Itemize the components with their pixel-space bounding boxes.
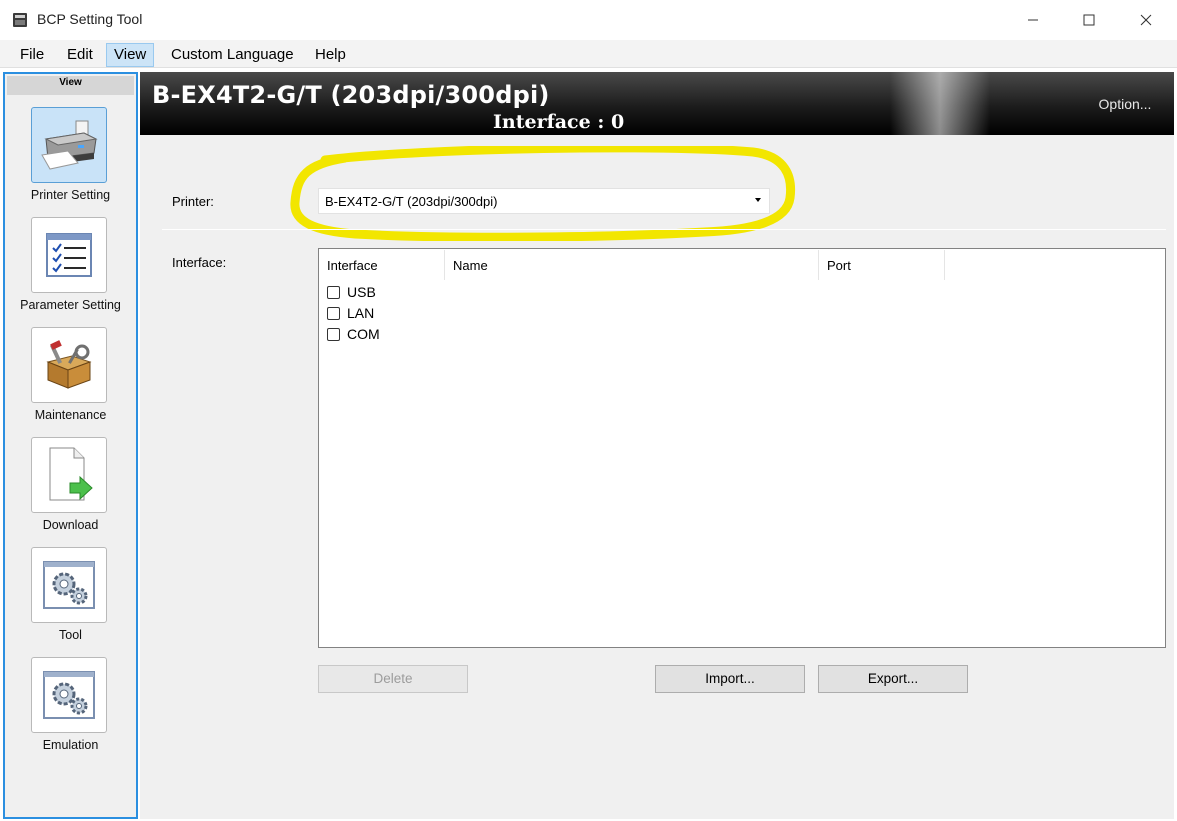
- interface-option-usb[interactable]: USB: [327, 283, 376, 301]
- checklist-icon: [46, 233, 92, 277]
- interface-title: Interface : 0: [493, 111, 625, 133]
- nav-download-label: Download: [42, 518, 99, 532]
- menu-edit[interactable]: Edit: [59, 43, 101, 67]
- nav-tool[interactable]: [31, 547, 107, 623]
- checkbox-usb[interactable]: [327, 285, 340, 299]
- interface-option-label: USB: [347, 284, 376, 300]
- minimize-icon: [1028, 19, 1038, 21]
- maximize-icon: [1083, 14, 1095, 26]
- title-bar: BCP Setting Tool: [0, 0, 1177, 40]
- menu-help[interactable]: Help: [307, 43, 354, 67]
- header-highlight: [890, 72, 990, 135]
- nav-emulation-label: Emulation: [42, 738, 99, 752]
- close-icon: [1140, 14, 1152, 26]
- nav-download[interactable]: [31, 437, 107, 513]
- toolbox-icon: [46, 340, 92, 389]
- option-button[interactable]: Option...: [1082, 88, 1168, 120]
- close-button[interactable]: [1117, 0, 1175, 40]
- delete-button[interactable]: Delete: [318, 665, 468, 693]
- interface-option-lan[interactable]: LAN: [327, 304, 374, 322]
- menu-custom-language[interactable]: Custom Language: [163, 43, 302, 67]
- import-button[interactable]: Import...: [655, 665, 805, 693]
- window-title: BCP Setting Tool: [37, 11, 143, 27]
- nav-tool-label: Tool: [59, 628, 82, 642]
- gears-icon: [43, 561, 95, 609]
- column-header-interface[interactable]: Interface: [319, 250, 445, 280]
- interface-option-label: LAN: [347, 305, 375, 321]
- document-download-icon: [49, 447, 93, 501]
- highlight-annotation: [290, 146, 796, 241]
- export-button[interactable]: Export...: [818, 665, 968, 693]
- view-panel: View Printer Setting Parameter Setting M…: [3, 72, 138, 819]
- view-panel-header: View: [7, 76, 134, 95]
- model-title: B-EX4T2-G/T (203dpi/300dpi): [152, 81, 550, 109]
- nav-printer-setting[interactable]: [31, 107, 107, 183]
- app-icon: [13, 13, 27, 27]
- minimize-button[interactable]: [1004, 0, 1062, 40]
- menu-file[interactable]: File: [12, 43, 52, 67]
- nav-maintenance-label: Maintenance: [34, 408, 107, 422]
- interface-option-label: COM: [347, 326, 380, 342]
- nav-parameter-setting-label: Parameter Setting: [20, 298, 121, 312]
- column-header-port[interactable]: Port: [819, 250, 945, 280]
- checkbox-lan[interactable]: [327, 306, 340, 320]
- printer-label: Printer:: [172, 194, 214, 209]
- interface-label: Interface:: [172, 255, 227, 270]
- interface-table[interactable]: Interface Name Port USB LAN COM: [318, 248, 1166, 648]
- nav-printer-setting-label: Printer Setting: [30, 188, 111, 202]
- checkbox-com[interactable]: [327, 327, 340, 341]
- maximize-button[interactable]: [1060, 0, 1118, 40]
- section-separator: [162, 229, 1166, 230]
- column-header-name[interactable]: Name: [445, 250, 819, 280]
- menu-view[interactable]: View: [106, 43, 155, 67]
- nav-maintenance[interactable]: [31, 327, 107, 403]
- interface-option-com[interactable]: COM: [327, 325, 380, 343]
- menu-bar: File Edit View Custom Language Help: [0, 40, 1177, 68]
- gears-icon: [43, 671, 95, 719]
- nav-parameter-setting[interactable]: [31, 217, 107, 293]
- nav-emulation[interactable]: [31, 657, 107, 733]
- printer-icon: [41, 120, 98, 170]
